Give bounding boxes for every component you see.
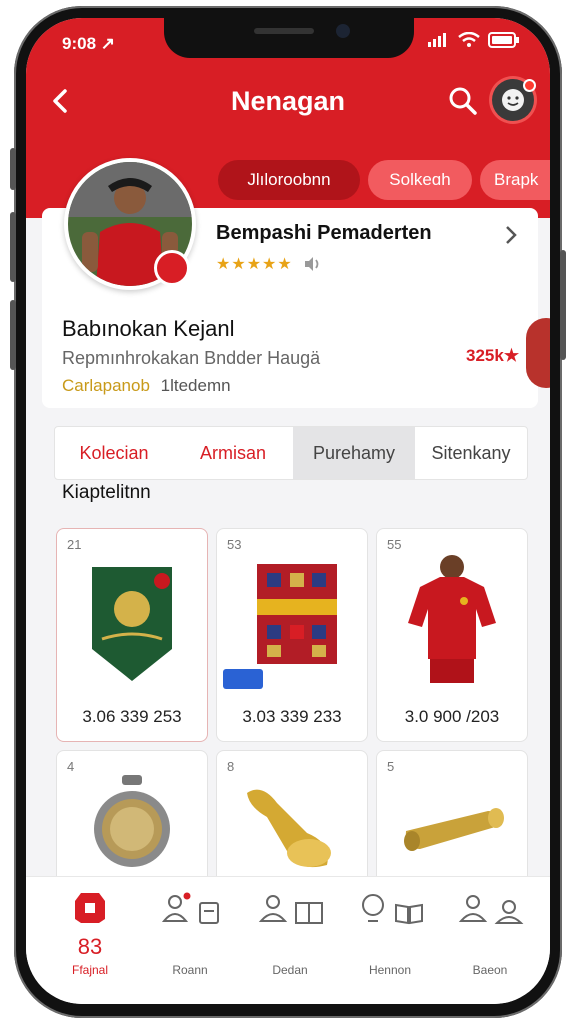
nav-item-home[interactable]: 83 Ffajnal <box>50 887 130 977</box>
item-number: 5 <box>387 759 395 774</box>
trophy-icon <box>247 789 331 868</box>
tab-kolecian[interactable]: Kolecian <box>55 427 173 479</box>
nav-item-baeon[interactable]: Baeon <box>450 887 530 977</box>
item-number: 21 <box>67 537 82 552</box>
chip-filter[interactable]: Jlıloroobnn <box>218 160 360 200</box>
item-number: 8 <box>227 759 235 774</box>
tab-sitenkany[interactable]: Sitenkany <box>415 427 527 479</box>
item-card[interactable]: 8 <box>216 750 368 892</box>
rating-stars: ★★★★★ <box>216 256 293 273</box>
volume-button <box>10 300 16 370</box>
chip-filter[interactable]: Brapk <box>480 160 550 200</box>
scarf-icon <box>257 564 337 664</box>
document-icon <box>199 902 220 924</box>
screen: 9:08 ↗ Nenagan Jlıloroobnn Solkeɑh Brapk <box>26 18 550 1004</box>
player-name: Bempashi Pemaderten <box>216 222 432 244</box>
item-card[interactable]: 21 3.06 339 253 <box>56 528 208 742</box>
jersey-icon <box>408 555 496 683</box>
bulb-icon <box>361 894 384 922</box>
chevron-right-icon[interactable] <box>502 224 520 246</box>
bottom-nav: 83 Ffajnal Roann Dedan Hennon Baeon <box>26 876 550 1004</box>
tab-label: Purehamy <box>312 443 396 463</box>
nav-item-dedan[interactable]: Dedan <box>250 887 330 977</box>
status-time: 9:08 ↗ <box>62 34 115 53</box>
profile-icon <box>494 900 524 924</box>
notch <box>164 18 414 58</box>
item-price: 3.06 339 253 <box>82 707 182 726</box>
volume-button <box>10 212 16 282</box>
nav-label: Baeon <box>472 963 508 977</box>
item-card[interactable]: 55 3.0 900 /203 <box>376 528 528 742</box>
book-icon <box>295 902 324 924</box>
person-icon <box>258 895 287 922</box>
partial-avatar <box>526 318 550 388</box>
medal-icon <box>94 775 170 867</box>
nav-label: Roann <box>172 963 208 977</box>
item-price: 3.0 900 /203 <box>404 707 500 726</box>
open-book-icon <box>395 903 424 925</box>
tag-row: Carlapanob 1ltedemn <box>62 376 231 396</box>
section-title: Babınokan Kejanl <box>62 316 235 341</box>
club-badge-icon <box>154 250 190 286</box>
app-header: Nenagan <box>26 76 550 126</box>
item-number: 4 <box>67 759 75 774</box>
brand-tag-icon <box>223 669 263 689</box>
person-icon <box>458 895 487 922</box>
item-number: 53 <box>227 537 242 552</box>
item-card[interactable]: 53 3.03 339 233 <box>216 528 368 742</box>
power-button <box>560 250 566 360</box>
chip-filter[interactable]: Solkeɑh <box>368 160 472 200</box>
nav-count: 83 <box>77 934 103 959</box>
user-lock-icon <box>161 892 191 922</box>
item-number: 55 <box>387 537 402 552</box>
signal-icon <box>428 33 446 47</box>
scroll-icon <box>404 808 504 851</box>
tab-bar: Kolecian Armisan Purehamy Sitenkany <box>54 426 528 480</box>
section-subtitle: Repmınhrokakan Bndder Haugä <box>62 348 321 368</box>
nav-label: Ffajnal <box>71 963 109 977</box>
tab-armisan[interactable]: Armisan <box>173 427 293 479</box>
profile-avatar-button[interactable] <box>492 79 536 121</box>
nav-item-hennon[interactable]: Hennon <box>350 887 430 977</box>
nav-label: Hennon <box>368 963 412 977</box>
nav-label: Dedan <box>272 963 308 977</box>
tab-label: Sitenkany <box>431 443 511 463</box>
tab-label: Armisan <box>199 443 266 463</box>
tab-label: Kolecian <box>79 443 149 463</box>
score-badge: 325k★ <box>466 346 520 365</box>
sound-icon <box>305 257 319 271</box>
home-icon <box>75 893 105 923</box>
tag-label: Carlapanob <box>62 376 150 395</box>
item-price: 3.03 339 233 <box>242 707 342 726</box>
wifi-icon <box>458 32 480 47</box>
search-icon[interactable] <box>448 86 478 116</box>
item-card[interactable]: 4 <box>56 750 208 892</box>
volume-button <box>10 148 16 190</box>
pennant-icon <box>92 567 172 681</box>
battery-icon <box>488 32 519 48</box>
tag-rest: 1ltedemn <box>160 376 231 395</box>
nav-item-roann[interactable]: Roann <box>150 887 230 977</box>
list-heading: Kiaptelitnn <box>62 482 151 503</box>
item-card[interactable]: 5 <box>376 750 528 892</box>
tab-purehamy[interactable]: Purehamy <box>293 427 415 479</box>
notification-dot <box>523 79 536 92</box>
